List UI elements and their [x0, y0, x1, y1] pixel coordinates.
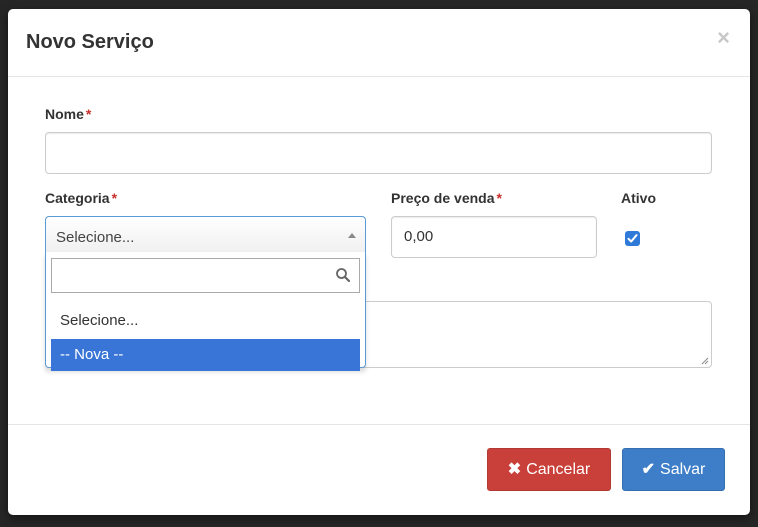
checkmark-icon: [627, 234, 638, 243]
preco-required-mark: *: [496, 190, 502, 206]
dropdown-option-nova[interactable]: -- Nova --: [51, 339, 360, 371]
new-service-dialog: Novo Serviço × Nome * Categoria * Selecion…: [8, 9, 750, 515]
ativo-label: Ativo: [621, 190, 656, 206]
times-icon: ✖: [507, 461, 522, 478]
categoria-selected-value: Selecione...: [56, 229, 135, 246]
nome-label-text: Nome: [45, 106, 84, 122]
categoria-label: Categoria *: [45, 190, 117, 206]
dropdown-option-selecione[interactable]: Selecione...: [51, 305, 360, 337]
cancel-button[interactable]: ✖ Cancelar: [487, 448, 611, 491]
categoria-select[interactable]: Selecione...: [45, 216, 366, 257]
preco-input-value: 0,00: [404, 228, 434, 245]
close-button[interactable]: ×: [717, 27, 730, 49]
save-button[interactable]: ✔ Salvar: [622, 448, 725, 491]
preco-input[interactable]: 0,00: [391, 216, 597, 258]
check-icon: ✔: [641, 461, 656, 478]
caret-up-icon: [348, 233, 356, 238]
nome-input[interactable]: [45, 132, 712, 174]
resize-grip-icon[interactable]: [701, 357, 709, 365]
nome-label: Nome *: [45, 106, 91, 122]
cancel-button-label: Cancelar: [526, 461, 591, 478]
categoria-label-text: Categoria: [45, 190, 110, 206]
modal-header: Novo Serviço ×: [8, 9, 750, 77]
search-icon: [336, 268, 351, 283]
save-button-label: Salvar: [660, 461, 706, 478]
categoria-search-input[interactable]: [51, 258, 360, 293]
categoria-dropdown: Selecione... -- Nova --: [45, 252, 366, 371]
modal-title: Novo Serviço: [26, 31, 154, 53]
nome-required-mark: *: [85, 106, 92, 122]
preco-label: Preço de venda *: [391, 190, 502, 206]
preco-label-text: Preço de venda: [391, 190, 495, 206]
categoria-required-mark: *: [111, 190, 118, 206]
ativo-checkbox[interactable]: [625, 231, 640, 246]
